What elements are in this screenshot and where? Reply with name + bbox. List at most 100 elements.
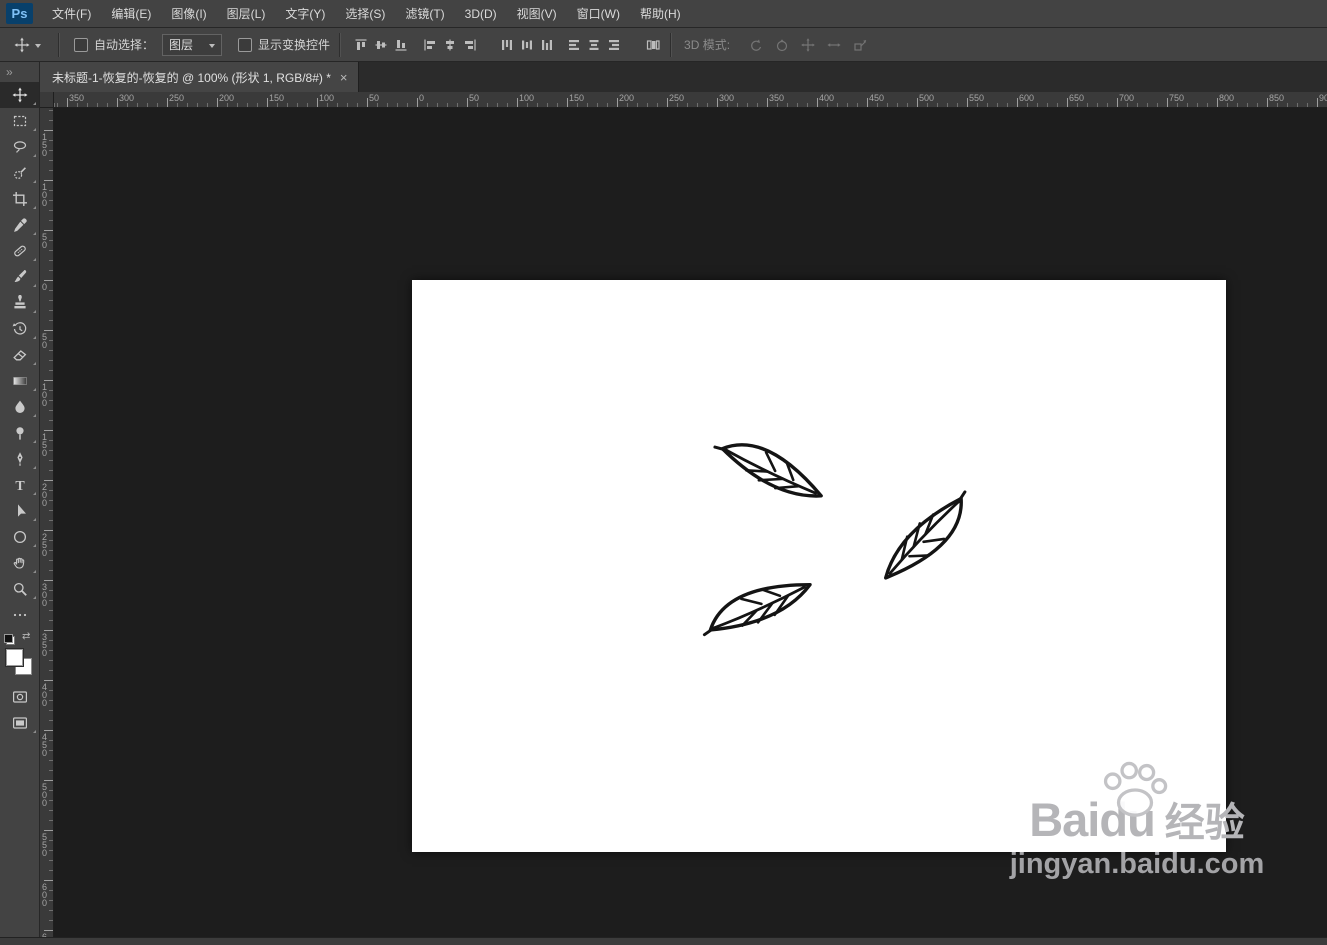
type-tool[interactable]: T <box>0 472 39 498</box>
auto-select-target-value: 图层 <box>169 38 194 52</box>
quick-selection-tool[interactable] <box>0 160 39 186</box>
tools-panel: » T ⇄ <box>0 62 40 937</box>
menu-item[interactable]: 文件(F) <box>42 0 101 28</box>
photoshop-logo: Ps <box>6 3 33 24</box>
svg-text:T: T <box>15 479 25 493</box>
ruler-label: 600 <box>1019 93 1035 103</box>
distribute-horizontal-centers[interactable] <box>586 37 602 53</box>
path-selection-tool[interactable] <box>0 498 39 524</box>
hand-tool[interactable] <box>0 550 39 576</box>
ruler-label: 0 <box>42 282 48 292</box>
edit-toolbar-button[interactable] <box>0 602 39 628</box>
show-transform-checkbox[interactable] <box>238 37 253 52</box>
ruler-label: 300 <box>719 93 735 103</box>
history-brush-tool[interactable] <box>0 316 39 342</box>
ruler-label: 200 <box>42 482 48 508</box>
vertical-ruler: 150 100 50 0 50 100 150 200 250 300 350 400 450 500 55… <box>40 108 54 937</box>
document-tab[interactable]: 未标题-1-恢复的-恢复的 @ 100% (形状 1, RGB/8#) * × <box>40 62 359 92</box>
move-tool-icon <box>14 37 30 53</box>
eyedropper-tool[interactable] <box>0 212 39 238</box>
ruler-label: 900 <box>1319 93 1327 103</box>
menu-item[interactable]: 图层(L) <box>217 0 276 28</box>
distribute-vertical-centers[interactable] <box>519 37 535 53</box>
separator <box>339 32 341 57</box>
screen-mode-button[interactable] <box>0 710 39 736</box>
menu-item[interactable]: 窗口(W) <box>567 0 630 28</box>
align-icons <box>349 37 661 53</box>
ruler-label: 200 <box>619 93 635 103</box>
menu-item[interactable]: 3D(D) <box>455 0 507 28</box>
spot-healing-brush-tool[interactable] <box>0 238 39 264</box>
horizontal-ruler: 350 300 250 200 150 100 50 0 50 100 150 200 250 300 35… <box>54 92 1327 108</box>
move-tool[interactable] <box>0 82 39 108</box>
menu-item[interactable]: 编辑(E) <box>101 0 161 28</box>
ruler-label: 550 <box>42 832 48 858</box>
ruler-label: 800 <box>1219 93 1235 103</box>
ruler-label: 100 <box>42 382 48 408</box>
clone-stamp-tool[interactable] <box>0 290 39 316</box>
auto-select-checkbox[interactable] <box>74 37 88 52</box>
ruler-label: 300 <box>42 582 48 608</box>
align-left-edges[interactable] <box>422 37 438 53</box>
ruler-corner <box>40 92 54 108</box>
ellipse-tool[interactable] <box>0 524 39 550</box>
quick-mask-button[interactable] <box>0 684 39 710</box>
distribute-bottom-edges[interactable] <box>539 37 555 53</box>
align-vertical-centers[interactable] <box>373 37 389 53</box>
active-tool-preset[interactable] <box>14 37 41 53</box>
zoom-tool[interactable] <box>0 576 39 602</box>
align-bottom-edges[interactable] <box>393 37 409 53</box>
crop-tool[interactable] <box>0 186 39 212</box>
eraser-tool[interactable] <box>0 342 39 368</box>
ruler-label: 400 <box>42 682 48 708</box>
foreground-color-swatch[interactable] <box>6 649 23 666</box>
ruler-label: 500 <box>919 93 935 103</box>
ruler-label: 500 <box>42 782 48 808</box>
rectangular-marquee-tool[interactable] <box>0 108 39 134</box>
chevron-down-icon <box>209 43 216 51</box>
swap-colors-icon[interactable]: ⇄ <box>22 632 30 642</box>
distribute-left-edges[interactable] <box>566 37 582 53</box>
auto-select-option: 自动选择： <box>74 36 154 53</box>
blur-tool[interactable] <box>0 394 39 420</box>
align-top-edges[interactable] <box>353 37 369 53</box>
status-bar <box>0 937 1327 945</box>
tab-close-icon[interactable]: × <box>340 71 348 84</box>
leaf-drawing <box>689 558 824 648</box>
separator <box>670 32 672 57</box>
3d-rotate-tool <box>748 37 764 53</box>
ruler-label: 850 <box>1269 93 1285 103</box>
menu-item[interactable]: 视图(V) <box>507 0 567 28</box>
ruler-label: 350 <box>42 632 48 658</box>
toolbar-collapse-button[interactable]: » <box>0 62 39 82</box>
auto-align-layers[interactable] <box>645 37 661 53</box>
lasso-tool[interactable] <box>0 134 39 160</box>
menu-item[interactable]: 选择(S) <box>335 0 395 28</box>
canvas-document[interactable] <box>412 280 1226 852</box>
gradient-tool[interactable] <box>0 368 39 394</box>
menu-item[interactable]: 滤镜(T) <box>395 0 454 28</box>
menu-bar: Ps 文件(F) 编辑(E) 图像(I) 图层(L) 文字(Y) 选择(S) 滤镜(T) 3D… <box>0 0 1327 28</box>
ruler-label: 200 <box>219 93 235 103</box>
menu-item[interactable]: 文字(Y) <box>275 0 335 28</box>
3d-roll-tool <box>774 37 790 53</box>
pen-tool[interactable] <box>0 446 39 472</box>
chevron-down-icon <box>35 43 41 51</box>
document-tab-bar: 未标题-1-恢复的-恢复的 @ 100% (形状 1, RGB/8#) * × <box>40 62 1327 92</box>
menu-item[interactable]: 帮助(H) <box>630 0 691 28</box>
brush-tool[interactable] <box>0 264 39 290</box>
dodge-tool[interactable] <box>0 420 39 446</box>
leaf-drawing <box>860 480 995 603</box>
menu-item[interactable]: 图像(I) <box>161 0 216 28</box>
align-horizontal-centers[interactable] <box>442 37 458 53</box>
ruler-label: 0 <box>419 93 425 103</box>
distribute-right-edges[interactable] <box>606 37 622 53</box>
default-colors-icon[interactable] <box>4 634 15 645</box>
auto-select-target-dropdown[interactable]: 图层 <box>162 33 223 56</box>
ruler-label: 150 <box>42 132 48 158</box>
ruler-label: 750 <box>1169 93 1185 103</box>
align-right-edges[interactable] <box>462 37 478 53</box>
distribute-top-edges[interactable] <box>499 37 515 53</box>
ruler-label: 350 <box>769 93 785 103</box>
ruler-label: 50 <box>369 93 380 103</box>
